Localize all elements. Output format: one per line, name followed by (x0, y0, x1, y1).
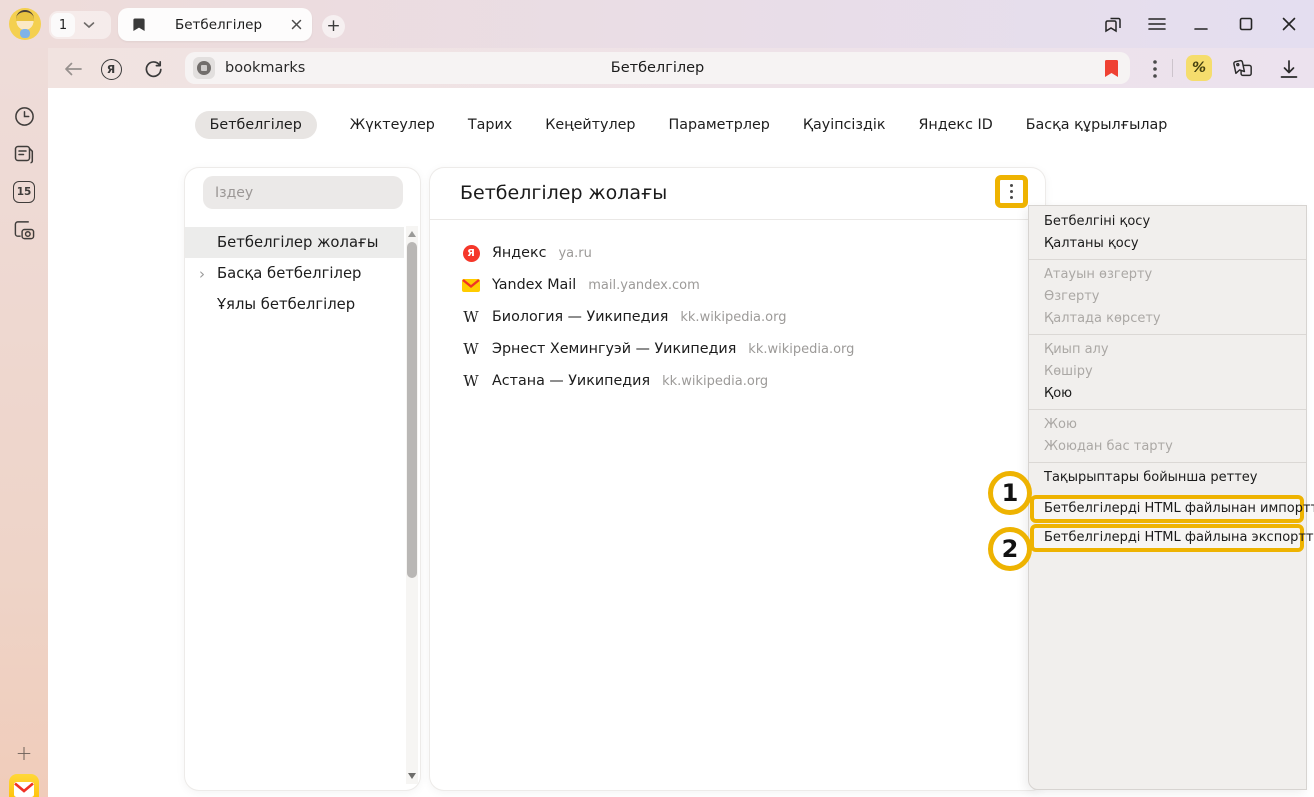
scrollbar-thumb[interactable] (407, 242, 417, 578)
menu-item-rename: Атауын өзгерту (1029, 264, 1306, 286)
yandex-mail-favicon (462, 279, 480, 292)
screenshot-camera-icon[interactable] (13, 219, 35, 241)
settings-nav: Бетбелгілер Жүктеулер Тарих Кеңейтулер П… (48, 110, 1314, 140)
scroll-down-arrow[interactable] (408, 773, 416, 779)
menu-item-paste[interactable]: Қою (1029, 383, 1306, 405)
tab-group-selector[interactable]: 1 (49, 11, 111, 39)
menu-item-add-folder[interactable]: Қалтаны қосу (1029, 233, 1306, 255)
menu-hamburger-icon[interactable] (1146, 13, 1168, 35)
nav-tab-other-devices[interactable]: Басқа құрылғылар (1026, 117, 1168, 133)
wikipedia-favicon: W (462, 342, 480, 357)
more-actions-icon[interactable] (1144, 58, 1166, 80)
refresh-icon[interactable] (142, 58, 164, 80)
toolbar-separator (1172, 59, 1173, 77)
percent-promo-icon[interactable]: % (1186, 55, 1212, 81)
nav-tab-settings[interactable]: Параметрлер (669, 117, 770, 133)
browser-titlebar: 1 Бетбелгілер + (0, 0, 1314, 48)
nav-tab-bookmarks[interactable]: Бетбелгілер (195, 111, 317, 139)
annotation-highlight-kebab (995, 175, 1028, 208)
sidebar-item-mobile-bookmarks[interactable]: Ұялы бетбелгілер (185, 289, 404, 320)
address-bar[interactable]: bookmarks Бетбелгілер (185, 52, 1130, 84)
menu-item-copy: Көшіру (1029, 361, 1306, 383)
sidebar-item-other-bookmarks[interactable]: › Басқа бетбелгілер (185, 258, 404, 289)
bookmark-list: Я Яндекс ya.ru Yandex Mail mail.yandex.c… (430, 237, 1045, 397)
menu-divider (1029, 462, 1306, 463)
menu-item-add-bookmark[interactable]: Бетбелгіні қосу (1029, 211, 1306, 233)
profile-avatar[interactable] (9, 8, 41, 40)
annotation-step-1: 1 (988, 471, 1032, 515)
left-sidebar-rail: 15 + ••• (0, 48, 48, 797)
notes-icon[interactable] (13, 143, 35, 165)
nav-tab-downloads[interactable]: Жүктеулер (350, 117, 435, 133)
minimize-button[interactable] (1190, 13, 1212, 35)
wikipedia-favicon: W (462, 310, 480, 325)
download-icon[interactable] (1278, 58, 1300, 80)
menu-item-undo-delete: Жоюдан бас тарту (1029, 436, 1306, 458)
bookmarks-main-panel: Бетбелгілер жолағы Я Яндекс ya.ru Yandex… (430, 168, 1045, 790)
menu-divider (1029, 409, 1306, 410)
tab-group-count: 1 (51, 13, 75, 37)
wikipedia-favicon: W (462, 374, 480, 389)
bookmark-icon (131, 17, 146, 33)
bookmark-row[interactable]: W Биология — Уикипедия kk.wikipedia.org (430, 301, 1045, 333)
back-icon[interactable] (62, 58, 84, 80)
address-bar-row: Я bookmarks Бетбелгілер % (48, 48, 1314, 88)
annotation-step-2: 2 (988, 527, 1032, 571)
bookmarks-sidebar: Бетбелгілер жолағы › Басқа бетбелгілер Ұ… (185, 168, 420, 790)
new-tab-button[interactable]: + (322, 15, 345, 38)
yandex-mail-app-icon[interactable] (9, 774, 39, 797)
menu-divider (1029, 334, 1306, 335)
active-tab[interactable]: Бетбелгілер (118, 8, 312, 41)
context-menu: Бетбелгіні қосу Қалтаны қосу Атауын өзге… (1028, 205, 1307, 790)
search-input[interactable] (203, 176, 403, 209)
maximize-button[interactable] (1235, 13, 1257, 35)
menu-divider (1029, 259, 1306, 260)
side-panels-icon[interactable] (1102, 13, 1124, 35)
collections-icon[interactable] (1231, 58, 1253, 80)
yandex-home-icon[interactable]: Я (100, 58, 122, 80)
tab-title: Бетбелгілер (146, 17, 291, 33)
history-clock-icon[interactable] (13, 105, 35, 127)
scroll-up-arrow[interactable] (408, 231, 416, 237)
menu-item-import-html[interactable]: Бетбелгілерді HTML файлынан импорттау (1030, 495, 1304, 523)
folder-list: Бетбелгілер жолағы › Басқа бетбелгілер Ұ… (185, 227, 404, 320)
bookmark-row[interactable]: Yandex Mail mail.yandex.com (430, 269, 1045, 301)
bookmark-row[interactable]: Я Яндекс ya.ru (430, 237, 1045, 269)
add-widget-icon[interactable]: + (13, 742, 35, 764)
yandex-favicon: Я (462, 245, 480, 262)
menu-item-edit: Өзгерту (1029, 286, 1306, 308)
sidebar-scrollbar[interactable] (406, 226, 418, 784)
menu-item-export-html[interactable]: Бетбелгілерді HTML файлына экспорттау (1030, 524, 1304, 552)
bookmark-row[interactable]: W Эрнест Хемингуэй — Уикипедия kk.wikipe… (430, 333, 1045, 365)
bookmark-flag-icon[interactable] (1105, 60, 1118, 77)
chevron-right-icon[interactable]: › (199, 265, 205, 283)
nav-tab-yandex-id[interactable]: Яндекс ID (918, 117, 992, 133)
menu-item-show-in-folder: Қалтада көрсету (1029, 308, 1306, 330)
bookmark-row[interactable]: W Астана — Уикипедия kk.wikipedia.org (430, 365, 1045, 397)
menu-item-sort-by-title[interactable]: Тақырыптары бойынша реттеу (1029, 467, 1306, 489)
page-title: Бетбелгілер (185, 60, 1130, 76)
menu-item-delete: Жою (1029, 414, 1306, 436)
nav-tab-security[interactable]: Қауіпсіздік (803, 117, 886, 133)
header-divider (430, 219, 1045, 220)
menu-item-cut: Қиып алу (1029, 339, 1306, 361)
chevron-down-icon (83, 21, 95, 29)
calendar-icon[interactable]: 15 (13, 181, 35, 203)
tab-close-icon[interactable] (291, 19, 302, 30)
nav-tab-extensions[interactable]: Кеңейтулер (545, 117, 635, 133)
browser-window: 1 Бетбелгілер + (0, 0, 1314, 797)
nav-tab-history[interactable]: Тарих (468, 117, 512, 133)
panel-heading: Бетбелгілер жолағы (460, 182, 667, 204)
sidebar-item-bookmarks-bar[interactable]: Бетбелгілер жолағы (185, 227, 404, 258)
close-button[interactable] (1278, 13, 1300, 35)
